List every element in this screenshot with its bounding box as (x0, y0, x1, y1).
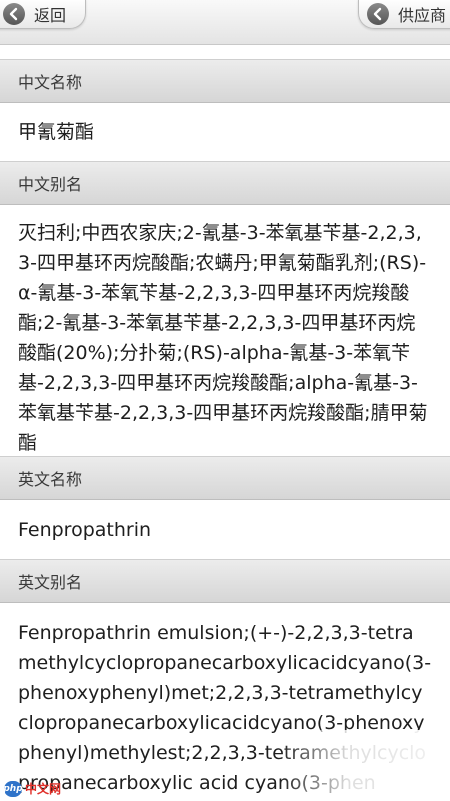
watermark-fade (280, 730, 450, 801)
section-header-cn-alias: 中文别名 (0, 161, 450, 205)
section-header-cn-name: 中文名称 (0, 59, 450, 103)
en-name-value: Fenpropathrin (18, 519, 152, 541)
php-logo-icon: php (3, 780, 23, 797)
watermark-text: 中文网 (25, 782, 62, 796)
top-bar: 返回 供应商 (0, 0, 450, 45)
section-header-label: 中文别名 (18, 175, 83, 194)
section-header-label: 英文名称 (18, 470, 83, 489)
section-header-label: 中文名称 (18, 73, 83, 92)
cn-name-value: 甲氰菊酯 (18, 121, 95, 143)
supplier-label: 供应商 (398, 5, 447, 25)
section-header-label: 英文别名 (18, 573, 83, 592)
back-arrow-icon (367, 2, 389, 25)
section-body-cn-alias: 灭扫利;中西农家庆;2-氰基-3-苯氧基苄基-2,2,3,3-四甲基环丙烷酸酯;… (0, 218, 450, 456)
supplier-button[interactable]: 供应商 (358, 0, 450, 29)
section-body-en-name: Fenpropathrin (0, 500, 450, 560)
watermark: php 中文网 (3, 780, 62, 797)
section-body-cn-name: 甲氰菊酯 (0, 103, 450, 161)
back-arrow-icon (3, 2, 25, 25)
back-label: 返回 (34, 5, 67, 25)
section-header-en-alias: 英文别名 (0, 559, 450, 603)
back-button[interactable]: 返回 (0, 0, 86, 29)
section-header-en-name: 英文名称 (0, 456, 450, 500)
cn-alias-value: 灭扫利;中西农家庆;2-氰基-3-苯氧基苄基-2,2,3,3-四甲基环丙烷酸酯;… (18, 222, 428, 454)
